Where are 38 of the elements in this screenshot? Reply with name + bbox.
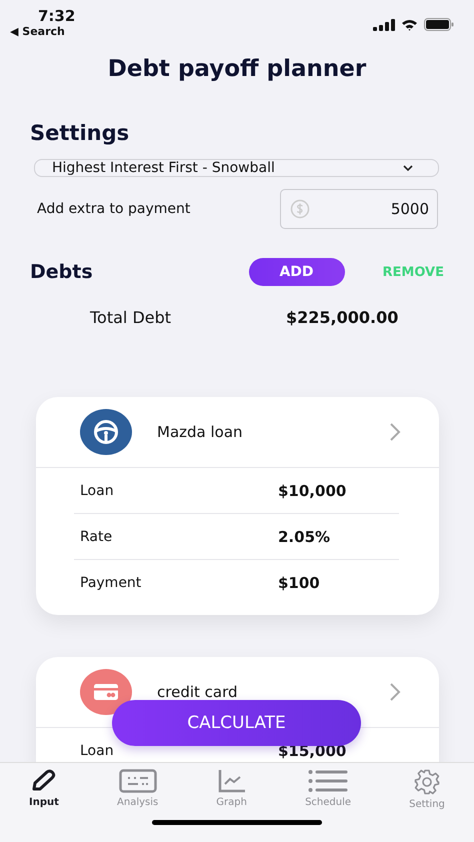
row-label: Loan <box>80 742 114 758</box>
keyboard-icon <box>118 769 157 794</box>
chevron-right-icon[interactable] <box>389 682 401 702</box>
row-value: 2.05% <box>278 528 330 546</box>
tab[interactable]: Graph <box>216 769 247 810</box>
debt-name: credit card <box>157 683 239 701</box>
tab[interactable]: Schedule <box>305 769 352 810</box>
calculate-button[interactable]: CALCULATE <box>112 700 361 746</box>
row-label: Loan <box>80 482 114 498</box>
settings-icon <box>414 769 440 796</box>
section-heading: Settings <box>30 120 130 146</box>
strategy-dropdown[interactable]: Highest Interest First - Snowball <box>34 159 439 177</box>
row-label: Rate <box>80 528 112 544</box>
line-chart-icon <box>218 769 246 794</box>
chevron-right-icon[interactable] <box>389 422 401 442</box>
page-title: Debt payoff planner <box>106 55 368 84</box>
field-label: Add extra to payment <box>37 201 190 217</box>
debt-name: Mazda loan <box>157 423 244 441</box>
dollar-icon <box>290 199 310 219</box>
status-time: 7:32 <box>38 8 76 25</box>
total-label: Total Debt <box>90 308 172 327</box>
add-button[interactable]: ADD <box>248 258 345 286</box>
wifi-icon <box>401 18 418 30</box>
chevron-down-icon <box>402 164 414 172</box>
tab[interactable]: Input <box>29 769 59 810</box>
tab[interactable]: Analysis <box>117 769 158 810</box>
tab[interactable]: Setting <box>409 769 445 810</box>
signal-icon <box>373 18 395 30</box>
back-link[interactable]: ◀ Search <box>10 25 65 39</box>
total-value: $225,000.00 <box>286 308 398 327</box>
section-heading: Debts <box>30 261 94 283</box>
extra-payment-field[interactable]: 5000 <box>280 189 438 229</box>
row-value: $10,000 <box>278 482 346 500</box>
list-icon <box>308 769 348 794</box>
row-value: $100 <box>278 574 320 592</box>
battery-icon <box>424 18 454 31</box>
pencil-icon <box>30 769 58 794</box>
row-label: Payment <box>80 574 142 590</box>
